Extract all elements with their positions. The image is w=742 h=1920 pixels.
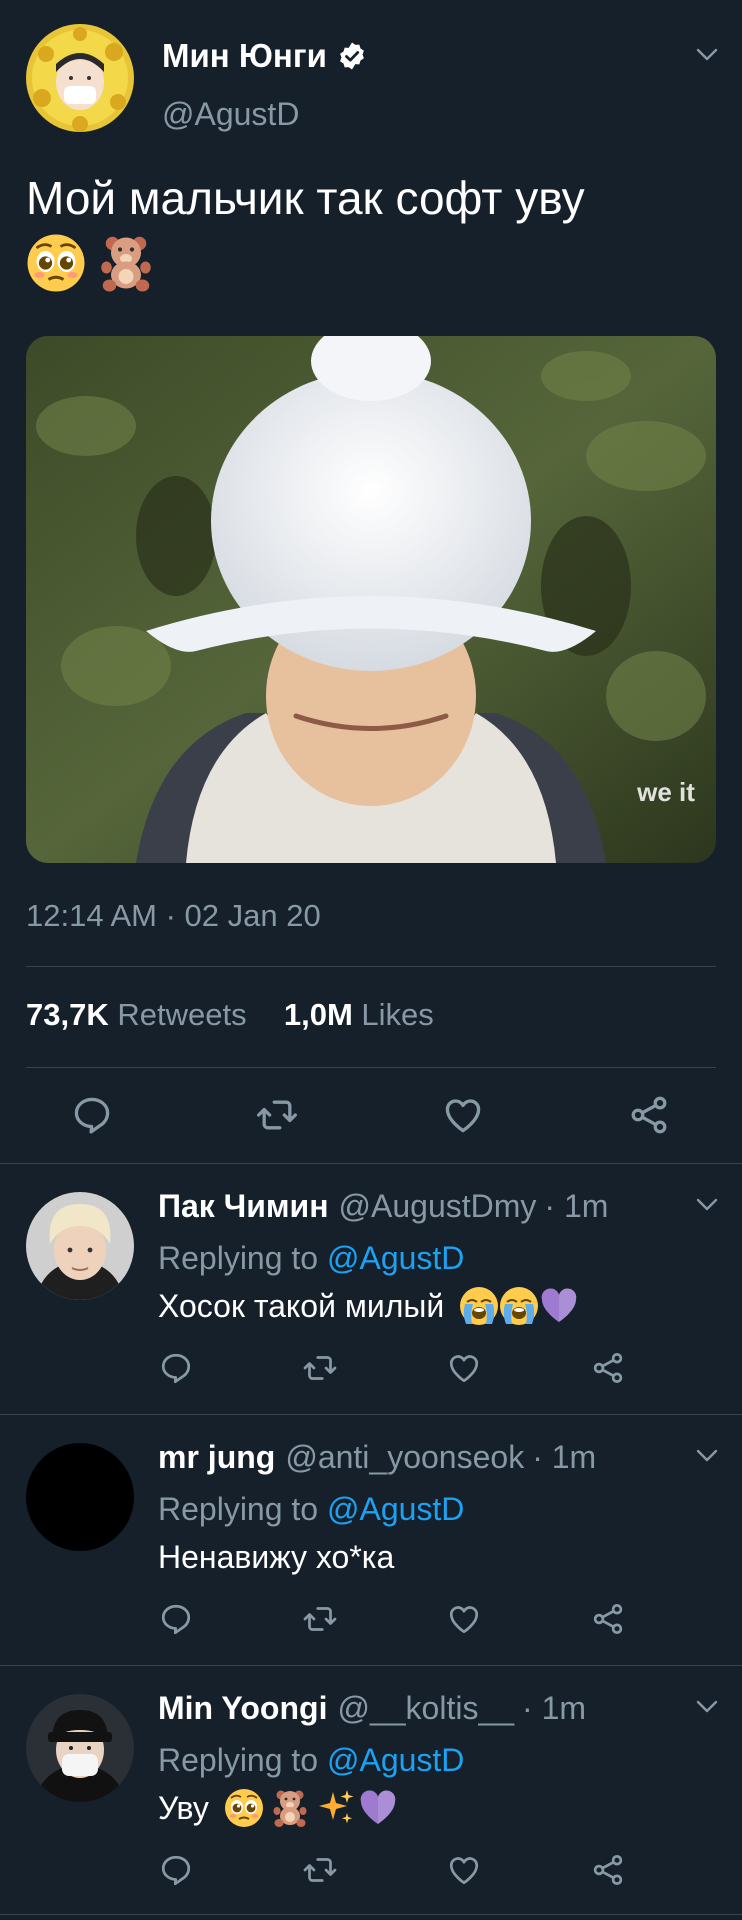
chevron-down-icon[interactable] — [696, 1449, 718, 1463]
reply-name-line: Min Yoongi @__koltis__ · 1m — [158, 1690, 586, 1727]
reply-display-name[interactable]: Пак Чимин — [158, 1188, 329, 1225]
reply-action-bar — [158, 1350, 718, 1390]
reply-tweet[interactable]: mr jung @anti_yoonseok · 1m Replying to … — [0, 1415, 742, 1665]
replying-to: Replying to @AgustD — [158, 1491, 464, 1528]
author-avatar[interactable] — [26, 24, 134, 132]
reply-action-bar — [158, 1601, 718, 1641]
share-icon[interactable] — [590, 1601, 626, 1637]
reply-display-name[interactable]: mr jung — [158, 1439, 275, 1476]
teddy-bear-emoji — [96, 233, 156, 293]
reply-name-line: mr jung @anti_yoonseok · 1m — [158, 1439, 596, 1476]
author-name-line: Мин Юнги — [162, 36, 367, 76]
replying-prefix: Replying to — [158, 1742, 319, 1778]
divider — [0, 1914, 742, 1915]
retweets-count[interactable]: 73,7K — [26, 997, 109, 1032]
reply-time: · 1m — [532, 1439, 597, 1475]
verified-badge-icon — [337, 41, 367, 71]
retweet-icon[interactable] — [302, 1852, 338, 1888]
reply-handle[interactable]: @anti_yoonseok — [285, 1439, 524, 1476]
reply-text-body: Хосок такой милый — [158, 1288, 445, 1324]
likes-label[interactable]: Likes — [361, 997, 433, 1032]
tweet-text-body: Мой мальчик так софт уву — [26, 172, 585, 224]
retweets-label[interactable]: Retweets — [117, 997, 246, 1032]
divider — [26, 1067, 716, 1068]
pleading-face-emoji — [224, 1788, 264, 1828]
retweet-icon[interactable] — [302, 1601, 338, 1637]
reply-text-body: Ненавижу хо*ка — [158, 1539, 395, 1575]
reply-display-name[interactable]: Min Yoongi — [158, 1690, 327, 1727]
reply-icon[interactable] — [158, 1852, 194, 1888]
likes-count[interactable]: 1,0M — [284, 997, 353, 1032]
reply-text: Ненавижу хо*ка — [158, 1539, 394, 1576]
reply-icon[interactable] — [70, 1093, 114, 1137]
chevron-down-icon[interactable] — [696, 48, 718, 62]
reply-text: Хосок такой милый — [158, 1288, 579, 1326]
reply-tweet[interactable]: Пак Чимин @AugustDmy · 1m Replying to @A… — [0, 1164, 742, 1414]
reply-icon[interactable] — [158, 1350, 194, 1386]
pleading-face-emoji — [26, 233, 86, 293]
purple-heart-emoji — [358, 1788, 398, 1828]
reply-icon[interactable] — [158, 1601, 194, 1637]
tweet-timestamp[interactable]: 12:14 AM · 02 Jan 20 — [26, 898, 321, 934]
divider — [26, 966, 716, 967]
tweet-action-bar — [0, 1090, 742, 1142]
loudly-crying-face-emoji — [499, 1286, 539, 1326]
reply-handle[interactable]: @__koltis__ — [337, 1690, 514, 1727]
replying-to: Replying to @AgustD — [158, 1240, 464, 1277]
author-handle[interactable]: @AgustD — [162, 96, 299, 133]
replying-to-link[interactable]: @AgustD — [327, 1742, 464, 1778]
author-display-name[interactable]: Мин Юнги — [162, 37, 327, 75]
share-icon[interactable] — [590, 1350, 626, 1386]
tweet-media-photo[interactable]: we it — [26, 336, 716, 863]
sparkles-emoji — [316, 1788, 356, 1828]
replying-to-link[interactable]: @AgustD — [327, 1491, 464, 1527]
reply-avatar[interactable] — [26, 1443, 134, 1551]
main-tweet: Мин Юнги @AgustD Мой мальчик так софт ув… — [0, 0, 742, 1162]
reply-action-bar — [158, 1852, 718, 1892]
replying-to-link[interactable]: @AgustD — [327, 1240, 464, 1276]
reply-name-line: Пак Чимин @AugustDmy · 1m — [158, 1188, 608, 1225]
like-icon[interactable] — [446, 1852, 482, 1888]
like-icon[interactable] — [446, 1350, 482, 1386]
retweet-icon[interactable] — [255, 1093, 299, 1137]
share-icon[interactable] — [590, 1852, 626, 1888]
purple-heart-emoji — [539, 1286, 579, 1326]
reply-time: · 1m — [544, 1188, 609, 1224]
reply-handle[interactable]: @AugustDmy — [339, 1188, 537, 1225]
replying-prefix: Replying to — [158, 1240, 319, 1276]
reply-avatar[interactable] — [26, 1192, 134, 1300]
like-icon[interactable] — [446, 1601, 482, 1637]
media-watermark: we it — [636, 777, 695, 807]
replying-prefix: Replying to — [158, 1491, 319, 1527]
replying-to: Replying to @AgustD — [158, 1742, 464, 1779]
chevron-down-icon[interactable] — [696, 1700, 718, 1714]
teddy-bear-emoji — [270, 1788, 310, 1828]
loudly-crying-face-emoji — [459, 1286, 499, 1326]
reply-time: · 1m — [522, 1690, 587, 1726]
tweet-text: Мой мальчик так софт уву — [26, 168, 585, 293]
share-icon[interactable] — [627, 1093, 671, 1137]
reply-tweet[interactable]: Min Yoongi @__koltis__ · 1m Replying to … — [0, 1666, 742, 1920]
tweet-stats: 73,7K Retweets 1,0M Likes — [26, 997, 434, 1033]
reply-text: Уву — [158, 1790, 398, 1828]
retweet-icon[interactable] — [302, 1350, 338, 1386]
like-icon[interactable] — [441, 1093, 485, 1137]
chevron-down-icon[interactable] — [696, 1198, 718, 1212]
reply-text-body: Уву — [158, 1790, 209, 1826]
reply-avatar[interactable] — [26, 1694, 134, 1802]
